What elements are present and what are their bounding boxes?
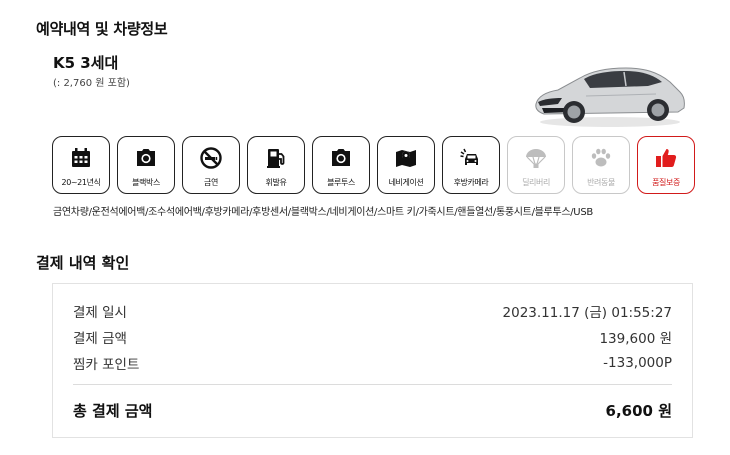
car-image bbox=[528, 52, 688, 130]
feature-label: 블루투스 bbox=[327, 178, 355, 187]
feature-list: 20~21년식 블랙박스 금연 휘발유 블루투스 네비게이션 후방카메라 딜리버리 반려동물 품질… bbox=[52, 136, 695, 194]
feature-label: 딜리버리 bbox=[522, 178, 550, 187]
feature-card[interactable]: 반려동물 bbox=[572, 136, 630, 194]
reservation-title: 예약내역 및 차량정보 bbox=[36, 20, 168, 38]
points-label: 찜카 포인트 bbox=[73, 357, 140, 373]
feature-card[interactable]: 금연 bbox=[182, 136, 240, 194]
feature-card[interactable]: 휘발유 bbox=[247, 136, 305, 194]
points-row: 찜카 포인트 -133,000P bbox=[73, 350, 672, 376]
paw-icon bbox=[589, 146, 613, 170]
feature-card[interactable]: 블랙박스 bbox=[117, 136, 175, 194]
total-row: 총 결제 금액 6,600 원 bbox=[73, 385, 672, 435]
feature-card[interactable]: 품질보증 bbox=[637, 136, 695, 194]
parachute-icon bbox=[524, 146, 548, 170]
options-list: 금연차량/운전석에어백/조수석에어백/후방카메라/후방센서/블랙박스/네비게이션… bbox=[53, 207, 593, 218]
feature-card[interactable]: 20~21년식 bbox=[52, 136, 110, 194]
feature-label: 네비게이션 bbox=[388, 178, 424, 187]
payment-amount-row: 결제 금액 139,600 원 bbox=[73, 324, 672, 350]
payment-amount-value: 139,600 원 bbox=[599, 331, 672, 347]
feature-card[interactable]: 후방카메라 bbox=[442, 136, 500, 194]
payment-date-row: 결제 일시 2023.11.17 (금) 01:55:27 bbox=[73, 298, 672, 324]
car-name: K5 3세대 bbox=[53, 54, 119, 72]
feature-label: 후방카메라 bbox=[453, 178, 489, 187]
total-value: 6,600 원 bbox=[605, 401, 672, 420]
map-icon bbox=[394, 146, 418, 170]
payment-amount-label: 결제 금액 bbox=[73, 331, 127, 347]
payment-date-value: 2023.11.17 (금) 01:55:27 bbox=[502, 305, 672, 321]
feature-card[interactable]: 네비게이션 bbox=[377, 136, 435, 194]
payment-title: 결제 내역 확인 bbox=[36, 254, 130, 272]
no-smoking-icon bbox=[199, 146, 223, 170]
payment-summary: 결제 일시 2023.11.17 (금) 01:55:27 결제 금액 139,… bbox=[52, 283, 693, 438]
total-label: 총 결제 금액 bbox=[73, 401, 153, 420]
feature-card[interactable]: 딜리버리 bbox=[507, 136, 565, 194]
feature-label: 반려동물 bbox=[587, 178, 615, 187]
points-value: -133,000P bbox=[603, 355, 672, 371]
thumbs-up-icon bbox=[654, 146, 678, 170]
feature-label: 금연 bbox=[204, 178, 218, 187]
feature-label: 20~21년식 bbox=[61, 178, 101, 187]
car-price-note: (: 2,760 원 포함) bbox=[53, 78, 130, 89]
rear-camera-car-icon bbox=[459, 146, 483, 170]
feature-card[interactable]: 블루투스 bbox=[312, 136, 370, 194]
feature-label: 휘발유 bbox=[265, 178, 287, 187]
camera-icon bbox=[134, 146, 158, 170]
feature-label: 블랙박스 bbox=[132, 178, 160, 187]
calendar-icon bbox=[69, 146, 93, 170]
fuel-pump-icon bbox=[264, 146, 288, 170]
feature-label: 품질보증 bbox=[652, 178, 680, 187]
payment-date-label: 결제 일시 bbox=[73, 305, 127, 321]
camera-icon bbox=[329, 146, 353, 170]
